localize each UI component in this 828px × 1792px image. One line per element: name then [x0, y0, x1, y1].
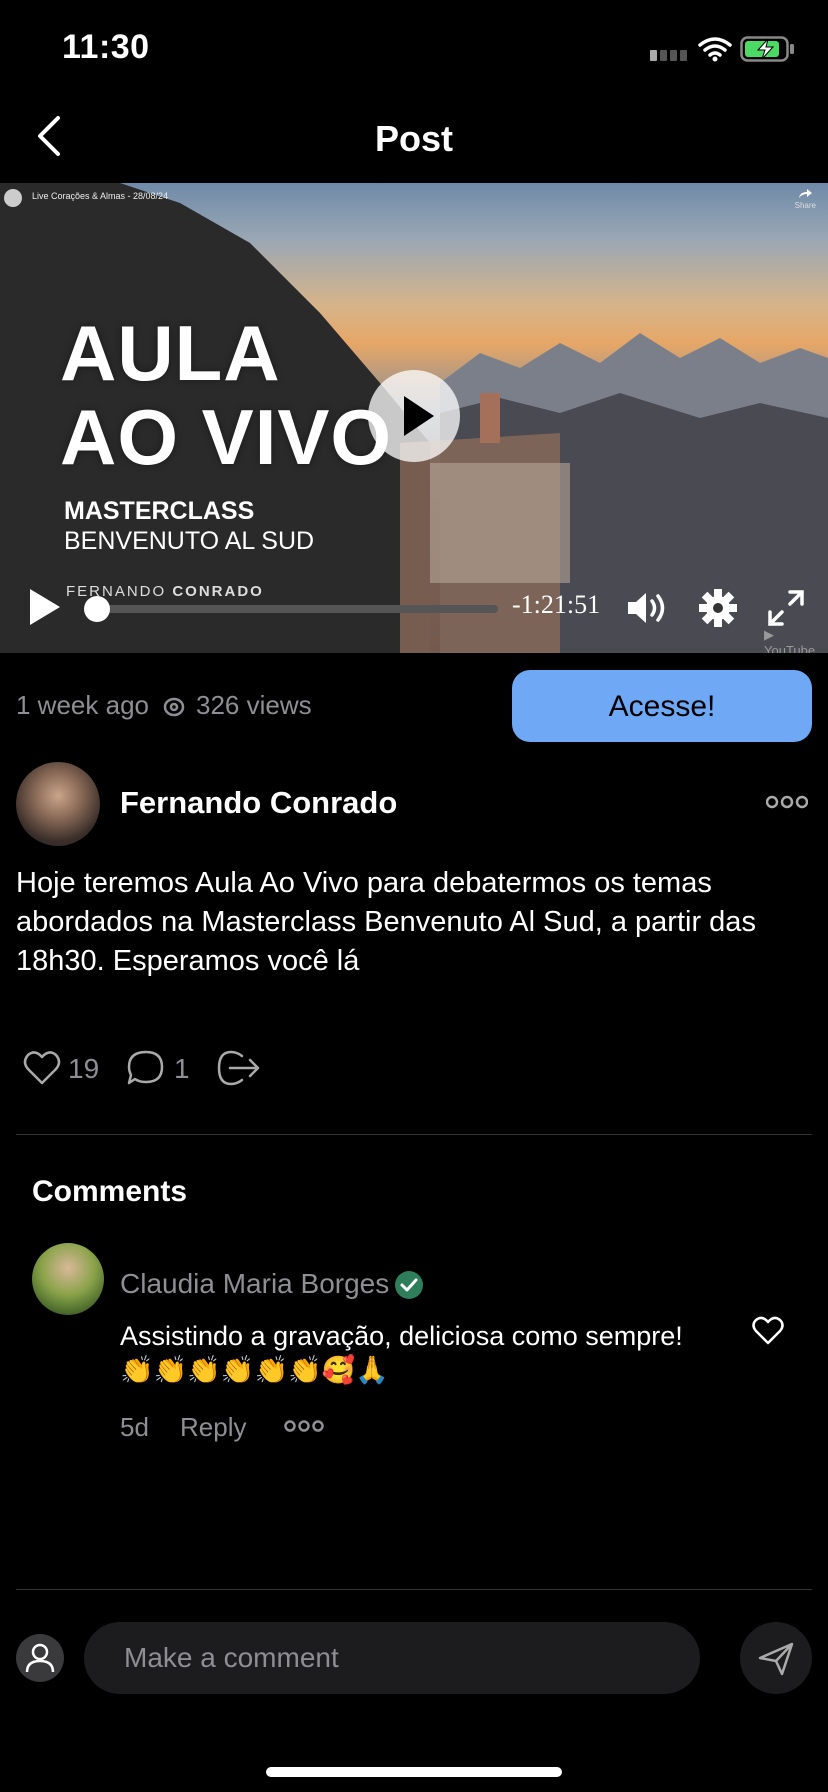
video-channel-title[interactable]: Live Corações & Almas - 28/08/24 — [32, 191, 168, 201]
youtube-logo[interactable]: ▶ YouTube — [764, 627, 828, 653]
comment-input[interactable] — [84, 1622, 700, 1694]
home-indicator — [266, 1767, 562, 1777]
comment-age: 5d — [120, 1412, 149, 1442]
gear-icon[interactable] — [698, 588, 738, 628]
video-share-button[interactable]: Share — [795, 187, 816, 210]
video-headline-line1: AULA — [60, 309, 281, 397]
play-pause-button[interactable] — [26, 587, 62, 627]
channel-avatar[interactable] — [4, 189, 22, 207]
post-more-options-icon[interactable] — [766, 794, 808, 810]
page-title: Post — [374, 118, 453, 159]
video-player[interactable]: Live Corações & Almas - 28/08/24 Share A… — [0, 183, 828, 653]
video-author-first: FERNANDO — [66, 583, 167, 600]
video-subtitle-2: BENVENUTO AL SUD — [64, 527, 315, 555]
divider — [16, 1134, 812, 1135]
fullscreen-icon[interactable] — [766, 588, 806, 628]
send-icon — [758, 1642, 794, 1676]
signal-icon — [650, 50, 687, 61]
video-author-last: CONRADO — [172, 583, 264, 600]
comment-reply-button[interactable]: Reply — [180, 1412, 246, 1443]
comment-count: 1 — [174, 1053, 190, 1084]
verified-badge-icon — [395, 1271, 423, 1299]
send-button[interactable] — [740, 1622, 812, 1694]
video-headline-line2: AO VIVO — [60, 393, 393, 481]
like-button[interactable] — [22, 1048, 62, 1088]
post-age: 1 week ago — [16, 690, 149, 720]
comment-text: Assistindo a gravação, deliciosa como se… — [120, 1321, 683, 1351]
video-time-remaining: -1:21:51 — [512, 590, 601, 619]
video-progress-track[interactable] — [92, 605, 498, 613]
like-count: 19 — [68, 1053, 100, 1084]
comment-button[interactable] — [126, 1048, 166, 1088]
commenter-avatar[interactable] — [32, 1243, 104, 1315]
share-label: Share — [794, 201, 816, 210]
status-time: 11:30 — [62, 28, 150, 66]
share-button[interactable] — [216, 1048, 262, 1088]
post-body: Hoje teremos Aula Ao Vivo para debatermo… — [16, 867, 756, 977]
view-count: 326 views — [196, 690, 312, 720]
play-icon — [404, 396, 434, 436]
author-name[interactable]: Fernando Conrado — [120, 785, 397, 821]
comment-more-options-icon[interactable] — [284, 1418, 324, 1434]
views-icon — [163, 697, 185, 717]
video-headline: AULA AO VIVO — [60, 311, 392, 479]
youtube-label: YouTube — [764, 643, 816, 653]
commenter-name[interactable]: Claudia Maria Borges — [120, 1268, 389, 1300]
comments-heading: Comments — [32, 1175, 188, 1208]
comment-like-button[interactable] — [752, 1316, 784, 1346]
battery-charging-icon — [740, 36, 794, 62]
volume-icon[interactable] — [626, 588, 670, 628]
share-arrow-icon — [799, 189, 813, 198]
user-icon — [25, 1643, 55, 1673]
video-subtitle-1: MASTERCLASS — [64, 497, 255, 525]
author-avatar[interactable] — [16, 762, 100, 846]
acesse-button[interactable]: Acesse! — [512, 670, 812, 742]
current-user-avatar — [16, 1634, 64, 1682]
comment-emojis: 👏👏👏👏👏👏🥰🙏 — [120, 1355, 389, 1385]
wifi-icon — [698, 37, 732, 62]
divider — [16, 1589, 812, 1590]
video-progress-knob[interactable] — [84, 596, 110, 622]
big-play-button[interactable] — [368, 370, 460, 462]
